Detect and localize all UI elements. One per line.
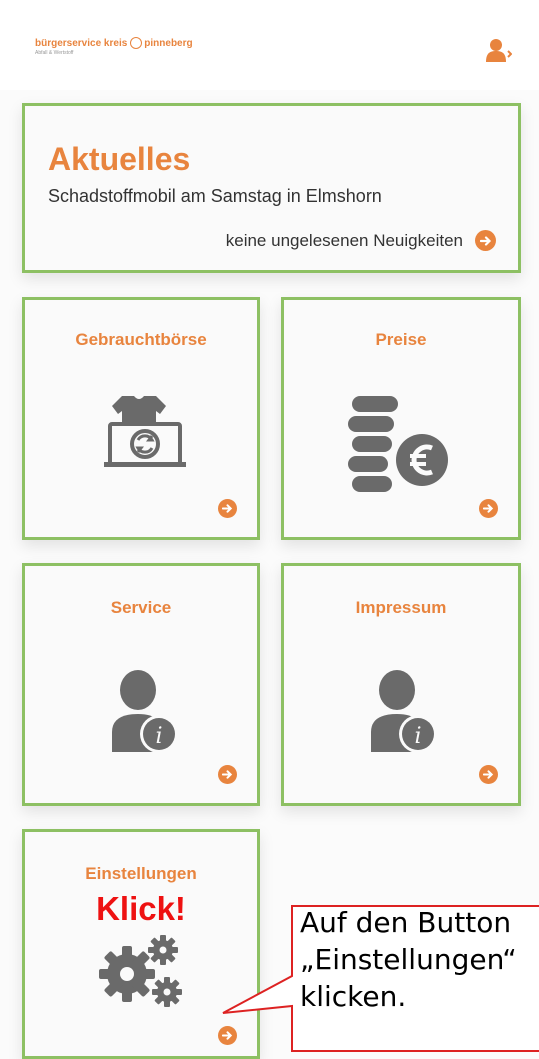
arrow-right-icon [218,499,237,518]
news-headline: Schadstoffmobil am Samstag in Elmshorn [48,186,382,206]
arrow-right-icon [479,499,498,518]
tile-title: Einstellungen [85,864,197,883]
second-hand-exchange-icon [104,396,186,467]
news-title: Aktuelles [48,141,191,177]
user-info-icon: i [371,670,437,752]
logo-circle-icon [130,37,143,49]
news-status: keine ungelesenen Neuigkeiten [225,231,463,250]
svg-text:i: i [155,724,162,749]
logo-text-right: pinneberg [144,37,193,49]
tile-title: Gebrauchtbörse [75,330,207,349]
user-settings-icon[interactable] [486,38,512,62]
tile-preise[interactable]: Preise [281,297,521,540]
coins-euro-icon [348,396,452,492]
svg-text:i: i [414,724,421,749]
tile-gebrauchtboerse[interactable]: Gebrauchtbörse [22,297,260,540]
tile-service[interactable]: Service i [22,563,260,806]
user-info-icon: i [112,670,178,752]
app-header: bürgerservice kreis pinneberg Abfall & W… [0,0,539,90]
logo-text-left: bürgerservice kreis [35,37,128,49]
arrow-right-icon [218,765,237,784]
callout-text: Auf den Button „Einstellungen“ klicken. [300,906,517,1013]
tile-title: Impressum [355,598,447,617]
logo: bürgerservice kreis pinneberg Abfall & W… [35,37,193,56]
arrow-right-icon [475,230,496,251]
tile-title: Service [110,598,172,617]
logo-subtitle: Abfall & Wertstoff [35,50,74,56]
logo-main: bürgerservice kreis pinneberg [35,37,193,49]
gears-icon [99,935,182,1007]
arrow-right-icon [479,765,498,784]
tile-impressum[interactable]: Impressum i [281,563,521,806]
tile-title: Preise [375,330,427,349]
news-tile[interactable]: Aktuelles Schadstoffmobil am Samstag in … [22,103,521,273]
